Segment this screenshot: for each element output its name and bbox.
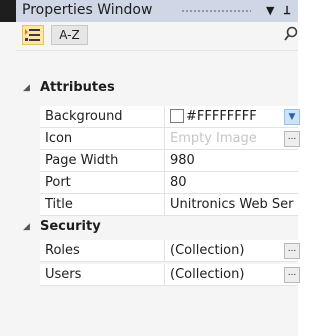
property-row-roles[interactable]: Roles (Collection) ...	[16, 240, 300, 262]
property-row-port[interactable]: Port 80	[16, 172, 298, 194]
collapse-icon[interactable]: ◢	[23, 216, 30, 238]
property-name: Port	[40, 172, 165, 194]
property-value-port[interactable]: 80	[165, 172, 298, 194]
properties-window: Properties Window ▼ Ʇ A-Z ◢ Attributes B…	[0, 0, 300, 336]
category-label: Security	[40, 219, 101, 234]
category-label: Attributes	[40, 80, 115, 95]
collapse-icon[interactable]: ◢	[23, 77, 30, 99]
ellipsis-button[interactable]: ...	[284, 243, 300, 259]
category-attributes[interactable]: ◢ Attributes	[16, 77, 298, 99]
property-row-page-width[interactable]: Page Width 980	[16, 150, 298, 172]
property-value-page-width[interactable]: 980	[165, 150, 298, 172]
title-bar[interactable]: Properties Window ▼ Ʇ	[16, 0, 298, 22]
property-row-background[interactable]: Background #FFFFFFFF ▼	[16, 106, 300, 128]
property-value-background[interactable]: #FFFFFFFF	[165, 106, 298, 128]
dropdown-arrow-icon[interactable]: ▼	[266, 0, 274, 22]
window-title: Properties Window	[22, 2, 153, 18]
property-name: Title	[40, 194, 165, 216]
property-value-icon[interactable]: Empty Image	[165, 128, 298, 150]
categorized-list-icon	[25, 29, 40, 41]
property-name: Page Width	[40, 150, 165, 172]
property-name: Background	[40, 106, 165, 128]
alphabetical-view-button[interactable]: A-Z	[51, 25, 88, 45]
ellipsis-button[interactable]: ...	[284, 131, 300, 147]
drag-grip[interactable]	[181, 9, 251, 13]
property-value-users[interactable]: (Collection)	[165, 264, 298, 286]
property-name: Users	[40, 264, 165, 286]
search-icon[interactable]	[284, 26, 298, 46]
categorized-view-button[interactable]	[22, 25, 44, 45]
property-row-title[interactable]: Title Unitronics Web Ser	[16, 194, 298, 216]
property-value-roles[interactable]: (Collection)	[165, 240, 298, 262]
window-edge	[0, 0, 16, 22]
color-value: #FFFFFFFF	[186, 109, 257, 124]
dropdown-button[interactable]: ▼	[284, 109, 300, 125]
color-swatch	[170, 109, 184, 123]
property-name: Icon	[40, 128, 165, 150]
property-value-title[interactable]: Unitronics Web Ser	[165, 194, 298, 216]
pin-icon[interactable]: Ʇ	[284, 0, 290, 22]
property-name: Roles	[40, 240, 165, 262]
property-row-icon[interactable]: Icon Empty Image ...	[16, 128, 300, 150]
property-row-users[interactable]: Users (Collection) ...	[16, 264, 300, 286]
ellipsis-button[interactable]: ...	[284, 267, 300, 283]
category-security[interactable]: ◢ Security	[16, 216, 298, 238]
toolbar: A-Z	[16, 22, 298, 51]
